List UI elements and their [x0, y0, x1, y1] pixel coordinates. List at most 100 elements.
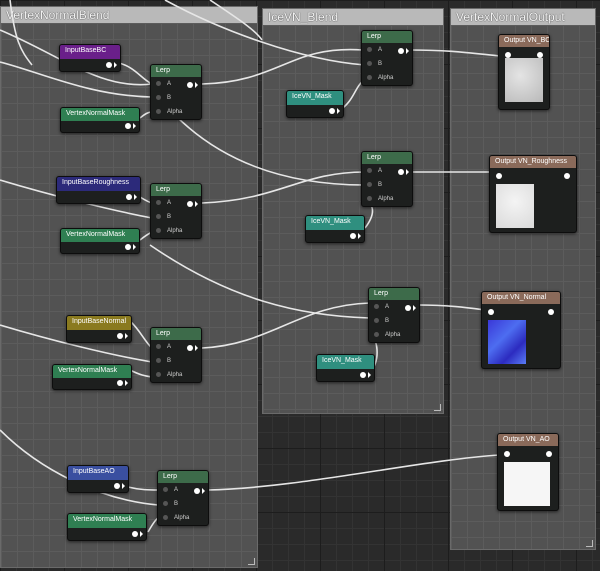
pin-a[interactable]: A [156, 80, 171, 88]
lerp-node[interactable]: Lerp A B Alpha [361, 30, 413, 86]
output-arrow [406, 48, 409, 54]
param-node-ice-vn-mask[interactable]: IceVN_Mask [286, 90, 344, 118]
pin-a[interactable]: A [156, 199, 171, 207]
param-label: InputBaseRoughness [62, 179, 129, 186]
output-node-vn-roughness[interactable]: Output VN_Roughness [489, 155, 577, 233]
pin-alpha[interactable]: Alpha [374, 331, 400, 339]
pin-alpha[interactable]: Alpha [156, 108, 182, 116]
pin-b[interactable]: B [367, 181, 382, 189]
pin-b[interactable]: B [374, 317, 389, 325]
lerp-node[interactable]: Lerp A B Alpha [361, 151, 413, 207]
texture-preview [504, 462, 550, 506]
output-pin[interactable] [126, 194, 132, 200]
input-pin[interactable] [496, 173, 502, 179]
output-pin[interactable] [187, 82, 193, 88]
param-header: VertexNormalMask [61, 108, 139, 121]
output-pin[interactable] [398, 48, 404, 54]
pin-label: A [167, 81, 172, 87]
output-pin[interactable] [329, 108, 335, 114]
pin-dot [374, 303, 379, 309]
output-pin[interactable] [187, 201, 193, 207]
pin-alpha[interactable]: Alpha [156, 227, 182, 235]
lerp-node[interactable]: Lerp A B Alpha [150, 327, 202, 383]
pin-dot [156, 343, 161, 349]
wire [127, 486, 159, 491]
param-node-vertex-normal-mask[interactable]: VertexNormalMask [67, 513, 147, 541]
texture-preview [496, 184, 534, 228]
param-header: VertexNormalMask [61, 229, 139, 242]
output-node-vn-normal[interactable]: Output VN_Normal [481, 291, 561, 369]
output-arrow [133, 123, 136, 129]
pin-dot [367, 195, 372, 201]
param-node-vertex-normal-mask[interactable]: VertexNormalMask [60, 228, 140, 254]
output-node-vn-ao[interactable]: Output VN_AO [497, 433, 559, 511]
param-node-ice-vn-mask[interactable]: IceVN_Mask [316, 354, 375, 382]
output-pin[interactable] [187, 345, 193, 351]
wire [417, 304, 486, 311]
pin-alpha[interactable]: Alpha [367, 195, 393, 203]
pin-b[interactable]: B [163, 500, 178, 508]
output-header: Output VN_BC [499, 35, 549, 47]
pin-b[interactable]: B [367, 60, 382, 68]
output-pin[interactable] [132, 531, 138, 537]
lerp-node[interactable]: Lerp A B Alpha [368, 287, 420, 343]
param-node-vertex-normal-mask[interactable]: VertexNormalMask [60, 107, 140, 133]
output-arrow [413, 305, 416, 311]
param-label: InputBaseAO [73, 468, 115, 475]
pin-label: B [167, 358, 172, 364]
param-node-input-base-roughness[interactable]: InputBaseRoughness [56, 176, 141, 204]
wire [129, 369, 153, 378]
output-pin[interactable] [564, 173, 570, 179]
param-node-input-base-normal[interactable]: InputBaseNormal [66, 315, 132, 343]
input-pin[interactable] [488, 309, 494, 315]
param-header: IceVN_Mask [306, 216, 364, 230]
output-pin[interactable] [546, 451, 552, 457]
output-pin[interactable] [405, 305, 411, 311]
pin-b[interactable]: B [156, 94, 171, 102]
output-pin[interactable] [350, 233, 356, 239]
pin-a[interactable]: A [367, 46, 382, 54]
output-pin[interactable] [117, 380, 123, 386]
pin-b[interactable]: B [156, 357, 171, 365]
pin-label: A [385, 304, 390, 310]
output-pin[interactable] [398, 169, 404, 175]
lerp-node[interactable]: Lerp A B Alpha [150, 183, 202, 239]
output-pin[interactable] [548, 309, 554, 315]
pin-b[interactable]: B [156, 213, 171, 221]
pin-alpha[interactable]: Alpha [163, 514, 189, 522]
output-pin[interactable] [360, 372, 366, 378]
lerp-header: Lerp [151, 184, 201, 196]
output-pin[interactable] [117, 333, 123, 339]
lerp-node[interactable]: Lerp A B Alpha [157, 470, 209, 526]
wire [201, 302, 371, 349]
param-node-vertex-normal-mask[interactable]: VertexNormalMask [52, 364, 132, 390]
pin-a[interactable]: A [163, 486, 178, 494]
pin-alpha[interactable]: Alpha [156, 371, 182, 379]
pin-alpha[interactable]: Alpha [367, 74, 393, 82]
output-pin[interactable] [106, 62, 112, 68]
pin-a[interactable]: A [367, 167, 382, 175]
output-pin[interactable] [125, 244, 131, 250]
pin-a[interactable]: A [374, 303, 389, 311]
output-pin[interactable] [125, 123, 131, 129]
param-node-input-base-ao[interactable]: InputBaseAO [67, 465, 129, 493]
output-arrow [195, 345, 198, 351]
param-header: InputBaseRoughness [57, 177, 140, 191]
pin-label: Alpha [378, 196, 394, 202]
input-pin[interactable] [504, 451, 510, 457]
wire [409, 49, 501, 57]
wire [201, 171, 366, 204]
pin-dot [367, 74, 372, 80]
pin-label: B [378, 182, 383, 188]
output-arrow [337, 108, 340, 114]
lerp-node[interactable]: Lerp A B Alpha [150, 64, 202, 120]
pin-label: B [378, 61, 383, 67]
output-pin[interactable] [114, 483, 120, 489]
lerp-header: Lerp [362, 152, 412, 164]
param-node-ice-vn-mask[interactable]: IceVN_Mask [305, 215, 365, 243]
output-node-vn-bc[interactable]: Output VN_BC [498, 34, 550, 110]
pin-a[interactable]: A [156, 343, 171, 351]
output-pin[interactable] [194, 488, 200, 494]
pin-label: A [167, 344, 172, 350]
param-node-input-base-bc[interactable]: InputBaseBC [59, 44, 121, 72]
